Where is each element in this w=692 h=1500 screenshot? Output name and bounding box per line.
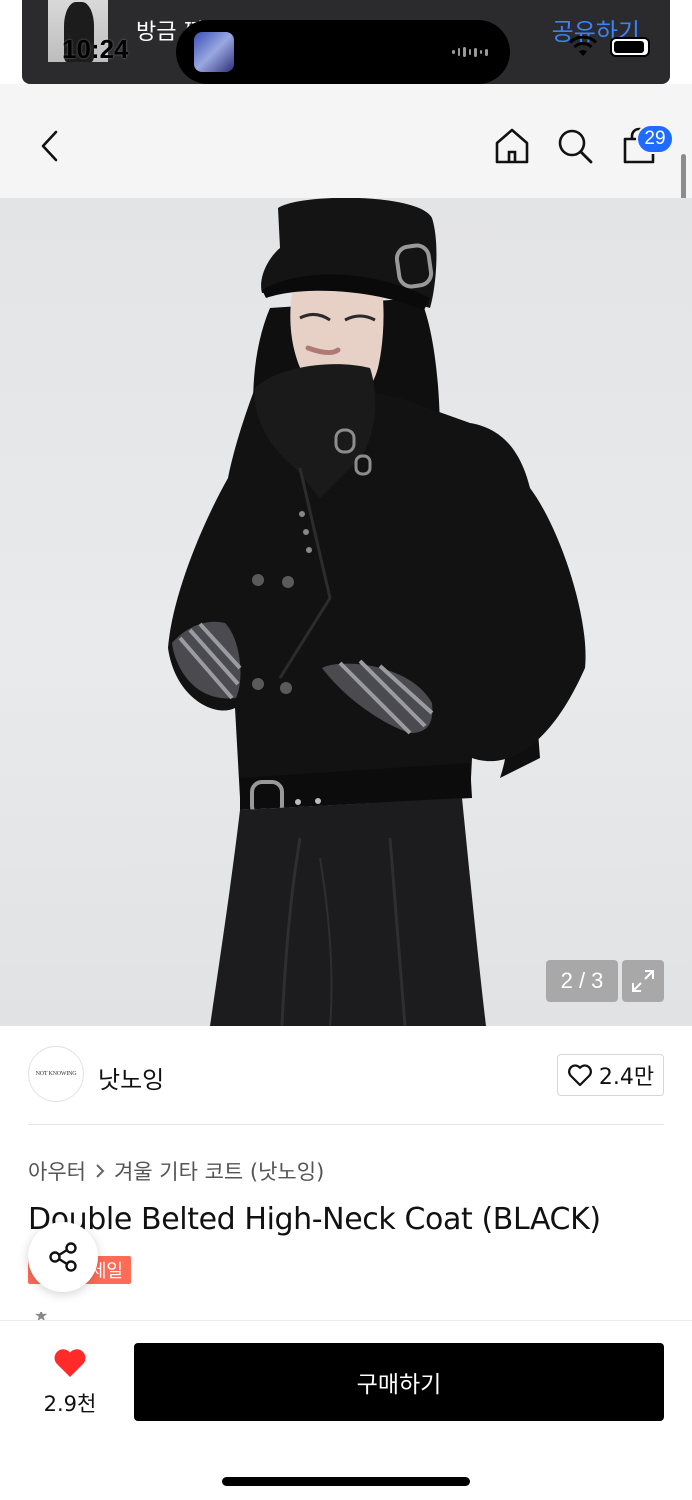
brand-like-count: 2.4만	[598, 1065, 655, 1090]
chevron-right-icon	[96, 1164, 105, 1178]
brand-row[interactable]: NOT KNOWING 낫노잉 2.4만	[0, 1026, 692, 1126]
brand-name[interactable]: 낫노잉	[98, 1060, 164, 1095]
chevron-left-icon	[41, 130, 58, 162]
buy-button[interactable]: 구매하기	[134, 1343, 664, 1421]
back-button[interactable]	[28, 124, 72, 168]
header	[0, 84, 692, 198]
rating-row-partial: ★	[34, 1312, 204, 1320]
breadcrumb: 아우터 겨울 기타 코트 (낫노잉)	[28, 1156, 324, 1186]
home-button[interactable]	[490, 124, 534, 168]
divider	[28, 1124, 664, 1125]
star-icon: ★	[34, 1312, 204, 1320]
image-counter: 2 / 3	[546, 960, 618, 1002]
search-button[interactable]	[553, 124, 597, 168]
product-photo	[168, 198, 586, 1026]
expand-image-button[interactable]	[622, 960, 664, 1002]
brand-logo-text: NOT KNOWING	[35, 1071, 77, 1077]
status-icons	[568, 36, 650, 58]
heart-outline-icon	[567, 1064, 592, 1087]
heart-filled-icon	[54, 1349, 86, 1377]
now-playing-artwork	[194, 32, 234, 72]
audio-wave-icon	[452, 46, 489, 58]
share-icon	[49, 1242, 77, 1272]
status-time: 10:24	[62, 34, 129, 64]
home-indicator[interactable]	[222, 1477, 470, 1486]
cart-count-badge: 29	[636, 124, 674, 154]
wish-button[interactable]: 2.9천	[30, 1347, 110, 1417]
battery-icon	[610, 37, 650, 57]
product-title: Double Belted High-Neck Coat (BLACK)	[28, 1202, 601, 1237]
wifi-icon	[568, 36, 598, 56]
home-icon	[495, 128, 529, 164]
product-image[interactable]: 2 / 3	[0, 198, 692, 1026]
brand-logo[interactable]: NOT KNOWING	[28, 1046, 84, 1102]
breadcrumb-subcategory[interactable]: 겨울 기타 코트 (낫노잉)	[114, 1156, 324, 1186]
dynamic-island[interactable]	[176, 20, 510, 84]
bottom-action-bar: 2.9천 구매하기	[0, 1320, 692, 1500]
search-icon	[558, 129, 593, 164]
wish-count: 2.9천	[43, 1392, 97, 1416]
expand-icon	[632, 970, 654, 992]
share-button[interactable]	[28, 1222, 98, 1292]
breadcrumb-category[interactable]: 아우터	[28, 1156, 86, 1186]
brand-like-button[interactable]: 2.4만	[557, 1054, 664, 1096]
